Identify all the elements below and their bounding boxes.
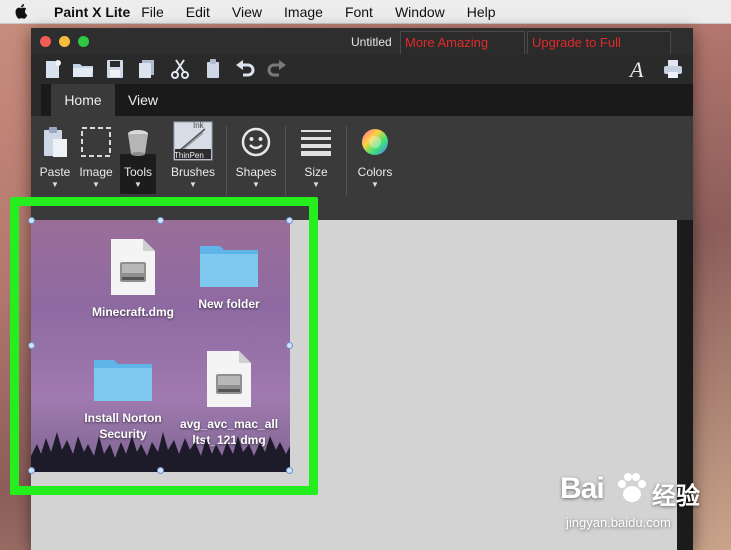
size-caret-icon[interactable]: ▼ bbox=[295, 180, 337, 189]
undo-icon[interactable] bbox=[233, 57, 257, 81]
tools-label: Tools bbox=[123, 165, 152, 179]
quick-access-toolbar: A bbox=[31, 54, 693, 84]
folder-icon bbox=[199, 242, 259, 288]
text-font-icon[interactable]: A bbox=[627, 57, 651, 81]
image-label: Image bbox=[79, 165, 113, 179]
tools-caret-icon[interactable]: ▼ bbox=[119, 180, 157, 189]
resize-handle[interactable] bbox=[28, 467, 35, 474]
tab-home[interactable]: Home bbox=[51, 84, 115, 116]
window-title: Untitled bbox=[351, 35, 392, 49]
folder-new-folder: New folder bbox=[179, 242, 279, 312]
ribbon-separator bbox=[226, 126, 227, 196]
paste-icon[interactable] bbox=[201, 57, 225, 81]
tab-view[interactable]: View bbox=[119, 84, 167, 116]
resize-handle[interactable] bbox=[157, 467, 164, 474]
dmg-file-icon bbox=[206, 350, 252, 408]
brushes-label: Brushes bbox=[170, 165, 216, 179]
menu-file[interactable]: File bbox=[130, 4, 175, 20]
clipboard-icon bbox=[44, 127, 67, 157]
folder-name: New folder bbox=[198, 297, 260, 311]
brush-badge: ThinPen bbox=[174, 151, 204, 160]
open-folder-icon[interactable] bbox=[71, 57, 95, 81]
redo-icon[interactable] bbox=[265, 57, 289, 81]
color-wheel-icon bbox=[362, 129, 388, 155]
ribbon-tab-row: Home View bbox=[31, 84, 693, 116]
brushes-group[interactable]: Ink ThinPen Brushes ▼ bbox=[167, 121, 219, 189]
maximize-window-button[interactable] bbox=[78, 36, 89, 47]
resize-handle[interactable] bbox=[286, 217, 293, 224]
save-icon[interactable] bbox=[103, 57, 127, 81]
resize-handle[interactable] bbox=[157, 217, 164, 224]
selection-icon bbox=[81, 127, 111, 157]
copy-icon[interactable] bbox=[135, 57, 159, 81]
menu-image[interactable]: Image bbox=[273, 4, 334, 20]
pasted-screenshot[interactable]: Minecraft.dmg New folder Install Norton bbox=[31, 220, 290, 472]
folder-name-line1: Install Norton bbox=[84, 411, 162, 425]
file-name: Minecraft.dmg bbox=[91, 305, 174, 319]
shapes-caret-icon[interactable]: ▼ bbox=[233, 180, 279, 189]
menu-edit[interactable]: Edit bbox=[175, 4, 221, 20]
resize-handle[interactable] bbox=[28, 217, 35, 224]
paw-icon bbox=[614, 470, 650, 511]
folder-icon bbox=[93, 356, 153, 402]
paint-bucket-icon bbox=[128, 130, 148, 156]
shapes-label: Shapes bbox=[235, 165, 277, 179]
svg-text:A: A bbox=[628, 57, 644, 81]
ribbon: Paste ▼ Image ▼ Tools ▼ Ink ThinPen Brus… bbox=[31, 116, 693, 220]
resize-handle[interactable] bbox=[28, 342, 35, 349]
tools-group[interactable]: Tools ▼ bbox=[119, 122, 157, 189]
minimize-window-button[interactable] bbox=[59, 36, 70, 47]
menu-help[interactable]: Help bbox=[456, 4, 507, 20]
menu-window[interactable]: Window bbox=[384, 4, 456, 20]
resize-handle[interactable] bbox=[286, 467, 293, 474]
line-size-icon bbox=[301, 130, 331, 156]
ribbon-separator bbox=[346, 126, 347, 196]
new-document-icon[interactable] bbox=[41, 57, 65, 81]
menu-view[interactable]: View bbox=[221, 4, 273, 20]
ribbon-tab-strip: Home View bbox=[41, 84, 693, 116]
upgrade-tab[interactable]: Upgrade to Full Version bbox=[527, 31, 671, 72]
watermark-logo-cn: 经验 bbox=[652, 483, 700, 510]
menu-font[interactable]: Font bbox=[334, 4, 384, 20]
colors-group[interactable]: Colors ▼ bbox=[353, 122, 397, 189]
image-caret-icon[interactable]: ▼ bbox=[77, 180, 115, 189]
colors-caret-icon[interactable]: ▼ bbox=[353, 180, 397, 189]
menu-app-name[interactable]: Paint X Lite bbox=[44, 4, 130, 20]
cut-icon[interactable] bbox=[168, 57, 192, 81]
file-minecraft-dmg: Minecraft.dmg bbox=[83, 238, 183, 320]
tree-silhouette-image bbox=[31, 432, 290, 472]
smiley-shape-icon bbox=[241, 127, 271, 157]
watermark-url: jingyan.baidu.com bbox=[566, 515, 671, 530]
resize-handle[interactable] bbox=[286, 342, 293, 349]
brushes-caret-icon[interactable]: ▼ bbox=[167, 180, 219, 189]
image-group[interactable]: Image ▼ bbox=[77, 122, 115, 189]
baidu-watermark: Bai 经验 jingyan.baidu.com bbox=[560, 468, 730, 538]
menu-bar: Paint X Lite File Edit View Image Font W… bbox=[0, 0, 731, 24]
size-label: Size bbox=[304, 165, 328, 179]
dmg-file-icon bbox=[110, 238, 156, 296]
apple-logo-icon[interactable] bbox=[0, 3, 44, 20]
title-bar: Untitled More Amazing Apps Upgrade to Fu… bbox=[31, 28, 693, 72]
more-apps-tab[interactable]: More Amazing Apps bbox=[400, 31, 525, 72]
colors-label: Colors bbox=[357, 165, 393, 179]
shapes-group[interactable]: Shapes ▼ bbox=[233, 122, 279, 189]
size-group[interactable]: Size ▼ bbox=[295, 122, 337, 189]
paste-caret-icon[interactable]: ▼ bbox=[35, 180, 75, 189]
brush-badge-top: Ink bbox=[193, 121, 204, 130]
print-icon[interactable] bbox=[661, 57, 685, 81]
ribbon-separator bbox=[285, 126, 286, 196]
paste-label: Paste bbox=[39, 165, 71, 179]
close-window-button[interactable] bbox=[40, 36, 51, 47]
watermark-logo: Bai bbox=[560, 472, 605, 505]
paste-group[interactable]: Paste ▼ bbox=[35, 122, 75, 189]
